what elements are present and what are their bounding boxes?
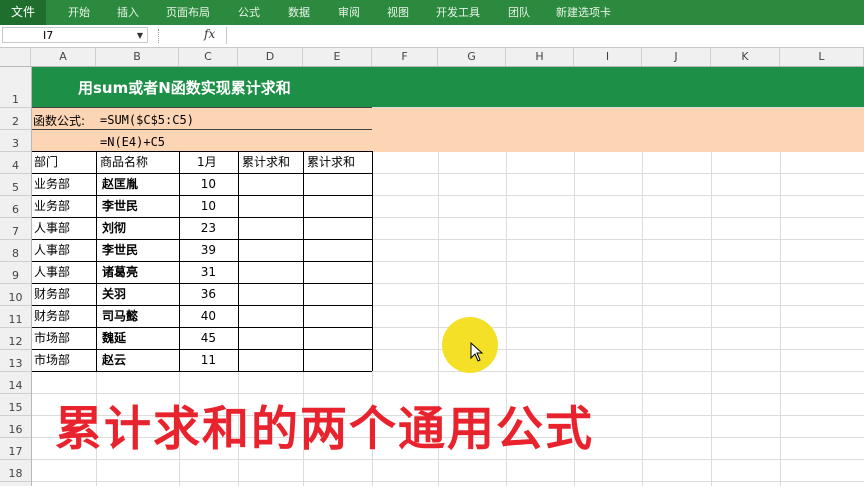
header-cumsum-2[interactable]: 累计求和 [307,151,355,173]
column-headers: A B C D E F G H I J K L [0,48,864,67]
formula-border-top [32,107,372,108]
column-header[interactable]: H [506,48,574,66]
cell-dept[interactable]: 人事部 [34,261,70,283]
row-header[interactable]: 17 [0,438,31,460]
cell-dept[interactable]: 人事部 [34,217,70,239]
column-header[interactable]: J [642,48,711,66]
chevron-down-icon[interactable]: ▼ [137,28,143,44]
cell-value[interactable]: 40 [180,305,216,327]
cell-dept[interactable]: 财务部 [34,305,70,327]
cell-name[interactable]: 赵匡胤 [102,173,138,195]
row-header[interactable]: 11 [0,306,31,328]
column-header[interactable]: G [438,48,506,66]
cell-dept[interactable]: 业务部 [34,195,70,217]
file-tab[interactable]: 文件 [0,0,46,25]
column-header[interactable]: B [96,48,179,66]
ribbon: 文件 开始 插入 页面布局 公式 数据 审阅 视图 开发工具 团队 新建选项卡 [0,0,864,25]
cell-dept[interactable]: 人事部 [34,239,70,261]
cell-value[interactable]: 10 [180,173,216,195]
formula-sum: =SUM($C$5:C5) [100,113,194,127]
column-header[interactable]: F [372,48,438,66]
cell-name[interactable]: 李世民 [102,239,138,261]
tab-review[interactable]: 审阅 [338,0,360,25]
formula-bar-divider [158,29,161,43]
select-all-corner[interactable] [0,48,31,66]
row-header[interactable]: 7 [0,218,31,240]
cell-name[interactable]: 刘彻 [102,217,126,239]
row-header[interactable]: 16 [0,416,31,438]
tab-new[interactable]: 新建选项卡 [556,0,611,25]
row-header[interactable]: 15 [0,394,31,416]
tab-view[interactable]: 视图 [387,0,409,25]
cell-value[interactable]: 36 [180,283,216,305]
name-box[interactable]: I7 ▼ [2,27,148,43]
formula-n: =N(E4)+C5 [100,135,166,149]
cell-value[interactable]: 45 [180,327,216,349]
formula-label: 函数公式: [33,114,86,128]
row-header[interactable]: 9 [0,262,31,284]
overlay-caption: 累计求和的两个通用公式 [55,402,594,457]
header-jan[interactable]: 1月 [197,151,217,173]
tab-page-layout[interactable]: 页面布局 [166,0,210,25]
column-header[interactable]: K [711,48,780,66]
row-header[interactable]: 8 [0,240,31,262]
cell-dept[interactable]: 市场部 [34,349,70,371]
row-header[interactable]: 1 [0,67,31,108]
cell-dept[interactable]: 财务部 [34,283,70,305]
name-box-value: I7 [43,29,54,42]
formula-border-mid [32,129,372,130]
tab-developer[interactable]: 开发工具 [436,0,480,25]
column-header[interactable]: E [303,48,372,66]
cell-name[interactable]: 诸葛亮 [102,261,138,283]
tab-team[interactable]: 团队 [508,0,530,25]
cell-value[interactable]: 39 [180,239,216,261]
row-header[interactable]: 12 [0,328,31,350]
header-cumsum-1[interactable]: 累计求和 [242,151,290,173]
sheet-title: 用sum或者N函数实现累计求和 [78,79,291,97]
row-header[interactable]: 3 [0,130,31,152]
tab-home[interactable]: 开始 [68,0,90,25]
row-header[interactable]: 14 [0,372,31,394]
row-header[interactable]: 6 [0,196,31,218]
cell-name[interactable]: 赵云 [102,349,126,371]
formula-input[interactable] [226,27,861,44]
cell-dept[interactable]: 业务部 [34,173,70,195]
column-header[interactable]: A [31,48,96,66]
cell-name[interactable]: 司马懿 [102,305,138,327]
cell-value[interactable]: 10 [180,195,216,217]
cell-value[interactable]: 23 [180,217,216,239]
column-header[interactable]: C [179,48,238,66]
row-header[interactable]: 13 [0,350,31,372]
tab-insert[interactable]: 插入 [117,0,139,25]
header-product[interactable]: 商品名称 [100,151,148,173]
cell-name[interactable]: 魏延 [102,327,126,349]
insert-function-icon[interactable]: fx [204,27,215,41]
tab-formulas[interactable]: 公式 [238,0,260,25]
row-header[interactable]: 18 [0,460,31,482]
row-header[interactable]: 10 [0,284,31,306]
cell-name[interactable]: 关羽 [102,283,126,305]
column-header[interactable]: L [780,48,864,66]
row-header[interactable]: 4 [0,152,31,174]
header-dept[interactable]: 部门 [34,151,58,173]
column-header[interactable]: D [238,48,303,66]
cell-dept[interactable]: 市场部 [34,327,70,349]
cell-value[interactable]: 11 [180,349,216,371]
row-header[interactable]: 2 [0,108,31,130]
row-header[interactable]: 5 [0,174,31,196]
cell-name[interactable]: 李世民 [102,195,138,217]
tab-data[interactable]: 数据 [288,0,310,25]
mouse-pointer-icon [470,342,484,362]
formula-bar: I7 ▼ fx [0,25,864,48]
cell-value[interactable]: 31 [180,261,216,283]
column-header[interactable]: I [574,48,642,66]
row-headers: 1 2 3 4 5 6 7 8 9 10 11 12 13 14 15 16 1… [0,67,32,486]
